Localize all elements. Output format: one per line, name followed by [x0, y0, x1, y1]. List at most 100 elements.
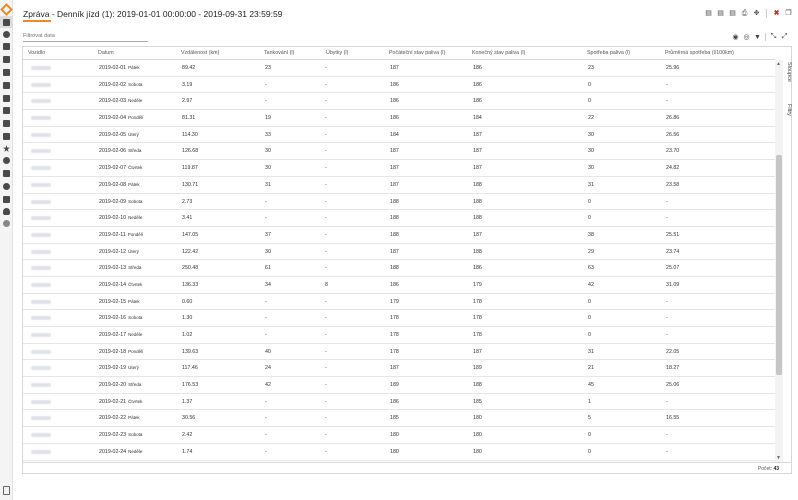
table-row[interactable]: 2019-02-03 Neděle 2.97 - - 186 186 0 - [23, 93, 775, 111]
table-row[interactable]: 2019-02-02 Sobota 3.19 - - 186 186 0 - [23, 77, 775, 94]
key-icon[interactable] [3, 196, 10, 203]
reports-icon[interactable] [3, 19, 10, 26]
info-icon[interactable] [3, 31, 10, 38]
table-row[interactable]: 2019-02-11 Pondělí 147.05 37 - 188 187 38 25.51 [23, 227, 775, 244]
cell-start-fuel: 179 [390, 298, 399, 305]
cell-end-fuel: 186 [473, 81, 482, 88]
table-row[interactable]: 2019-02-09 Sobota 2.73 - - 188 188 0 - [23, 194, 775, 211]
truck-icon[interactable] [3, 56, 10, 63]
table-row[interactable]: 2019-02-01 Pátek 89.42 23 - 187 186 23 25.96 [23, 60, 775, 77]
eye-icon[interactable]: ◉ [732, 33, 739, 41]
filter-input[interactable]: Filtrovat data [23, 32, 148, 42]
app-logo-icon[interactable] [0, 3, 13, 16]
cell-refuel: 24 [265, 365, 271, 372]
doc-icon[interactable]: ▤ [717, 10, 724, 18]
cell-distance: 1.02 [182, 332, 193, 338]
redacted-vehicle-name [31, 232, 51, 237]
eye-slash-icon[interactable]: ◎ [743, 33, 750, 41]
close-icon[interactable]: ✖ [773, 10, 780, 18]
document-icon[interactable] [3, 43, 10, 50]
table-row[interactable]: 2019-02-18 Pondělí 139.63 40 - 178 187 31 22.05 [23, 344, 775, 361]
tab-columns[interactable]: Sloupce [786, 62, 792, 82]
cell-date-value: 2019-02-12 [99, 248, 127, 255]
table-row[interactable]: 2019-02-22 Pátek 30.56 - - 185 180 5 16.55 [23, 410, 775, 428]
column-header-consumption[interactable]: Spotřeba paliva (l) [587, 50, 630, 56]
pdf-icon[interactable]: ▤ [705, 10, 712, 18]
settings-icon[interactable] [3, 183, 10, 190]
table-row[interactable]: 2019-02-05 Úterý 114.30 33 - 184 187 30 26.56 [23, 127, 775, 144]
calendar-icon[interactable] [3, 170, 10, 177]
column-header-loss[interactable]: Úbytky (l) [326, 50, 348, 56]
table-row[interactable]: 2019-02-12 Úterý 122.42 30 - 187 188 29 23.74 [23, 244, 775, 261]
chat-icon[interactable] [3, 157, 10, 164]
cell-weekday: Úterý [128, 365, 139, 371]
cell-loss: - [325, 165, 327, 172]
sliders-icon[interactable] [3, 120, 10, 127]
tab-filters[interactable]: Filtry [786, 104, 792, 116]
filter-icon[interactable]: ▼ [754, 34, 761, 41]
fullscreen-icon[interactable]: ⤢ [781, 33, 788, 41]
scroll-up-arrow-icon[interactable]: ▲ [776, 61, 781, 67]
cell-date: 2019-02-12 Úterý [99, 249, 139, 255]
table-row[interactable]: 2019-02-20 Středa 176.53 42 - 189 188 45 25.06 [23, 377, 775, 394]
cell-weekday: Úterý [128, 248, 139, 254]
restore-icon[interactable]: ❐ [785, 10, 792, 18]
table-row[interactable]: 2019-02-17 Neděle 1.02 - - 178 178 0 - [23, 327, 775, 344]
table-row[interactable]: 2019-02-24 Neděle 1.74 - - 180 180 0 - [23, 444, 775, 461]
xls-icon[interactable]: ▤ [729, 10, 736, 18]
table-row[interactable]: 2019-02-23 Sobota 2.42 - - 180 180 0 - [23, 427, 775, 444]
table-row[interactable]: 2019-02-13 Středa 250.48 61 - 188 186 63 25.07 [23, 260, 775, 277]
scroll-down-arrow-icon[interactable]: ▼ [776, 455, 781, 461]
table-row[interactable]: 2019-02-07 Čtvrtek 119.87 30 - 187 187 30 24.82 [23, 160, 775, 177]
globe-icon[interactable] [3, 220, 10, 227]
table-row[interactable]: 2019-02-14 Čtvrtek 136.33 34 8 186 179 42 31.09 [23, 277, 775, 294]
wrench-icon[interactable] [3, 107, 10, 114]
table-row[interactable]: 2019-02-10 Neděle 3.41 - - 188 188 0 - [23, 210, 775, 227]
cell-weekday: Neděle [128, 98, 143, 104]
table-row[interactable]: 2019-02-16 Sobota 1.30 - - 178 178 0 - [23, 310, 775, 327]
expand-icon[interactable]: ✥ [753, 10, 760, 18]
cell-consumption: 23 [588, 65, 594, 71]
cell-loss: - [325, 215, 327, 222]
redacted-vehicle-name [31, 333, 51, 337]
column-header-start-fuel[interactable]: Počáteční stav paliva (l) [389, 50, 445, 56]
scrollbar-thumb[interactable] [776, 155, 782, 375]
cell-consumption: 30 [588, 148, 594, 155]
cell-date-value: 2019-02-24 [99, 448, 127, 455]
cell-weekday: Pondělí [128, 348, 144, 354]
cell-avg-consumption: - [666, 298, 668, 305]
user-icon[interactable] [3, 208, 10, 215]
print-icon[interactable]: ⎙ [741, 10, 748, 18]
archive-icon[interactable] [3, 95, 10, 102]
table-row[interactable]: 2019-02-04 Pondělí 81.31 19 - 186 184 22 26.86 [23, 110, 775, 127]
side-panel-tabs: Sloupce Filtry [784, 60, 793, 160]
id-card-icon[interactable] [3, 133, 10, 140]
table-row[interactable]: 2019-02-21 Čtvrtek 1.37 - - 186 185 1 - [23, 394, 775, 411]
table-row[interactable]: 2019-02-19 Úterý 117.46 24 - 187 189 21 18.27 [23, 360, 775, 378]
star-icon[interactable] [3, 145, 10, 152]
app-sidebar [0, 0, 13, 500]
clipboard-icon[interactable] [3, 82, 10, 89]
table-row[interactable]: 2019-02-08 Pátek 130.71 31 - 187 188 31 23.58 [23, 177, 775, 194]
cell-distance: 2.73 [182, 198, 193, 205]
column-header-date[interactable]: Datum [98, 50, 114, 56]
cell-start-fuel: 186 [390, 281, 399, 288]
table-row[interactable]: 2019-02-06 Středa 126.68 30 - 187 187 30 23.70 [23, 143, 775, 161]
briefcase-icon[interactable] [3, 69, 10, 76]
cell-distance: 89.42 [182, 65, 196, 71]
log-icon[interactable] [3, 486, 10, 495]
vertical-scrollbar[interactable]: ▲ ▼ [775, 60, 783, 462]
column-header-vehicle[interactable]: Vozidlo [28, 50, 45, 56]
redacted-vehicle-name [31, 383, 51, 388]
column-header-end-fuel[interactable]: Konečný stav paliva (l) [472, 50, 525, 56]
cell-avg-consumption: 23.70 [666, 148, 680, 155]
column-header-avg-consumption[interactable]: Průměrná spotřeba (l/100km) [665, 50, 734, 56]
column-header-refuel[interactable]: Tankování (l) [264, 50, 294, 56]
table-row[interactable]: 2019-02-15 Pátek 0.60 - - 179 178 0 - [23, 294, 775, 311]
cell-avg-consumption: 26.56 [666, 131, 680, 138]
column-header-distance[interactable]: Vzdálenost (km) [181, 50, 219, 56]
cell-weekday: Sobota [128, 81, 143, 87]
cell-distance: 136.33 [182, 281, 199, 288]
shrink-icon[interactable]: ⤡ [770, 33, 777, 41]
cell-refuel: - [265, 398, 267, 405]
